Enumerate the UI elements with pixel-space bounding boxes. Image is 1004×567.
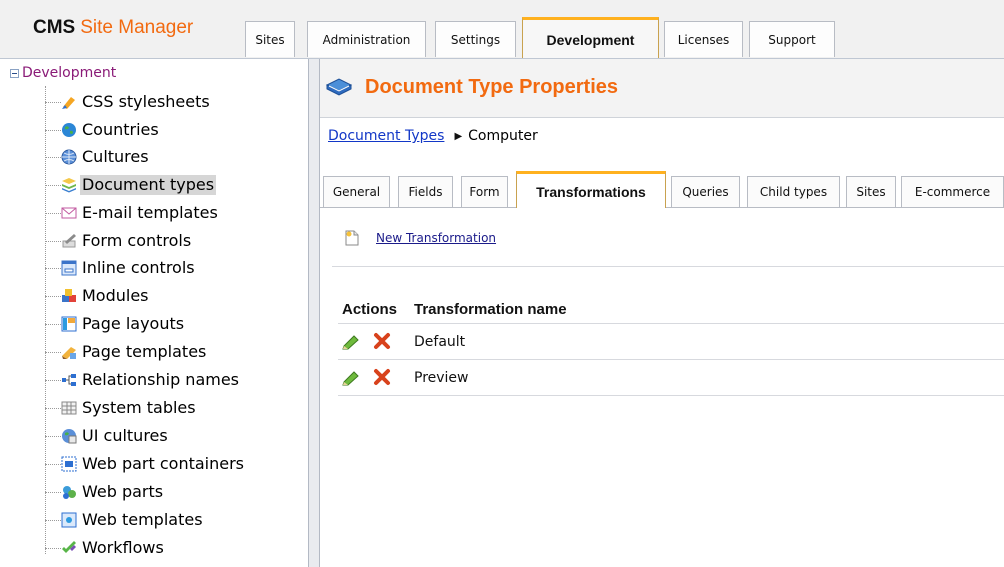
web-parts-icon <box>61 484 77 500</box>
sidebar-item-system-tables[interactable]: System tables <box>45 397 198 419</box>
tab-sites[interactable]: Sites <box>846 176 896 207</box>
tab-development[interactable]: Development <box>522 17 659 58</box>
sidebar-tree: Development CSS stylesheets Countries Cu… <box>0 59 308 567</box>
sidebar-item-page-templates[interactable]: Page templates <box>45 341 208 363</box>
transformation-name: Default <box>414 334 466 350</box>
sidebar-item-label: Modules <box>82 286 149 305</box>
sidebar-item-inline-controls[interactable]: Inline controls <box>45 257 197 279</box>
sidebar-item-relationship-names[interactable]: Relationship names <box>45 369 241 391</box>
ui-cultures-icon <box>61 428 77 444</box>
sidebar-item-workflows[interactable]: Workflows <box>45 537 166 559</box>
tab-transformations[interactable]: Transformations <box>516 171 666 208</box>
transformation-name: Preview <box>414 370 469 386</box>
sidebar-item-web-parts[interactable]: Web parts <box>45 481 165 503</box>
sidebar-item-email-templates[interactable]: E-mail templates <box>45 202 220 224</box>
web-templates-icon <box>61 512 77 528</box>
sidebar-item-label: Inline controls <box>82 258 195 277</box>
transformations-grid: Actions Transformation name Default Prev… <box>338 297 1004 396</box>
collapse-toggle-icon[interactable] <box>10 68 19 78</box>
main-content: Document Type Properties Document Types … <box>320 59 1004 567</box>
delete-x-icon[interactable] <box>373 368 391 386</box>
table-icon <box>61 400 77 416</box>
breadcrumb-document-types-link[interactable]: Document Types <box>328 128 444 144</box>
breadcrumb-arrow-icon: ▶ <box>454 130 463 142</box>
page-layouts-icon <box>61 316 77 332</box>
logo-site-manager: Site Manager <box>80 17 194 38</box>
table-row: Default <box>338 324 1004 360</box>
page-templates-icon <box>61 344 77 360</box>
table-row: Preview <box>338 360 1004 396</box>
workflows-icon <box>61 540 77 556</box>
document-type-icon <box>325 77 353 99</box>
sidebar-item-label: System tables <box>82 398 196 417</box>
sidebar-item-label: UI cultures <box>82 426 168 445</box>
sidebar-item-label: Web templates <box>82 510 203 529</box>
column-transformation-name: Transformation name <box>414 301 567 318</box>
tree-root-label: Development <box>22 65 117 81</box>
logo-cms: CMS <box>33 17 76 38</box>
new-transformation-link[interactable]: New Transformation <box>376 231 496 245</box>
sidebar-item-label: Cultures <box>82 147 149 166</box>
breadcrumb-current: Computer <box>468 128 538 144</box>
column-actions: Actions <box>342 301 398 318</box>
sidebar-item-label: E-mail templates <box>82 203 218 222</box>
css-stylesheets-icon <box>61 94 77 110</box>
new-document-icon[interactable] <box>344 230 360 246</box>
grid-header: Actions Transformation name <box>338 297 1004 324</box>
document-types-icon <box>61 177 77 193</box>
sidebar-item-label: Page templates <box>82 342 207 361</box>
sidebar-item-label: Web parts <box>82 482 164 501</box>
sidebar-item-label: Workflows <box>82 538 164 557</box>
title-bar: Document Type Properties <box>320 59 1004 118</box>
document-type-tabs: General Fields Form Transformations Quer… <box>320 171 1004 208</box>
top-header: CMS Site Manager Sites Administration Set… <box>0 0 1004 59</box>
tab-e-commerce[interactable]: E-commerce <box>901 176 1004 207</box>
sidebar-item-label: Web part containers <box>82 454 245 473</box>
sidebar-item-cultures[interactable]: Cultures <box>45 146 151 168</box>
email-icon <box>61 205 77 221</box>
sidebar-item-form-controls[interactable]: Form controls <box>45 230 193 252</box>
app-logo: CMS Site Manager <box>33 17 193 39</box>
sidebar-item-ui-cultures[interactable]: UI cultures <box>45 425 170 447</box>
delete-x-icon[interactable] <box>373 332 391 350</box>
tab-administration[interactable]: Administration <box>307 21 426 57</box>
tab-general[interactable]: General <box>323 176 390 207</box>
modules-icon <box>61 288 77 304</box>
tab-fields[interactable]: Fields <box>398 176 453 207</box>
sidebar-item-label: CSS stylesheets <box>82 92 210 111</box>
tab-child-types[interactable]: Child types <box>747 176 840 207</box>
tree-root-development[interactable]: Development <box>10 63 116 83</box>
new-transformation-action: New Transformation <box>344 230 496 246</box>
tab-settings[interactable]: Settings <box>435 21 516 57</box>
edit-pencil-icon[interactable] <box>342 334 360 350</box>
tab-support[interactable]: Support <box>749 21 835 57</box>
sidebar-item-page-layouts[interactable]: Page layouts <box>45 313 186 335</box>
page-title: Document Type Properties <box>365 76 619 98</box>
sidebar-item-label: Document types <box>80 175 217 195</box>
tab-sites[interactable]: Sites <box>245 21 295 57</box>
sidebar-item-label: Relationship names <box>82 370 240 389</box>
tab-licenses[interactable]: Licenses <box>664 21 743 57</box>
sidebar-item-web-templates[interactable]: Web templates <box>45 509 205 531</box>
form-controls-icon <box>61 233 77 249</box>
edit-pencil-icon[interactable] <box>342 370 360 386</box>
globe-icon <box>61 122 77 138</box>
sidebar-item-document-types[interactable]: Document types <box>45 174 217 196</box>
sidebar-item-css-stylesheets[interactable]: CSS stylesheets <box>45 91 212 113</box>
tab-form[interactable]: Form <box>461 176 508 207</box>
pane-splitter[interactable] <box>308 59 320 567</box>
divider <box>332 266 1004 267</box>
sidebar-item-label: Page layouts <box>82 314 185 333</box>
sidebar-item-web-part-containers[interactable]: Web part containers <box>45 453 246 475</box>
relationship-icon <box>61 372 77 388</box>
world-icon <box>61 149 77 165</box>
breadcrumb: Document Types ▶ Computer <box>328 128 538 144</box>
sidebar-item-modules[interactable]: Modules <box>45 285 151 307</box>
sidebar-item-label: Form controls <box>82 231 192 250</box>
inline-controls-icon <box>61 260 77 276</box>
sidebar-item-countries[interactable]: Countries <box>45 119 161 141</box>
tab-queries[interactable]: Queries <box>671 176 740 207</box>
web-part-containers-icon <box>61 456 77 472</box>
sidebar-item-label: Countries <box>82 120 159 139</box>
